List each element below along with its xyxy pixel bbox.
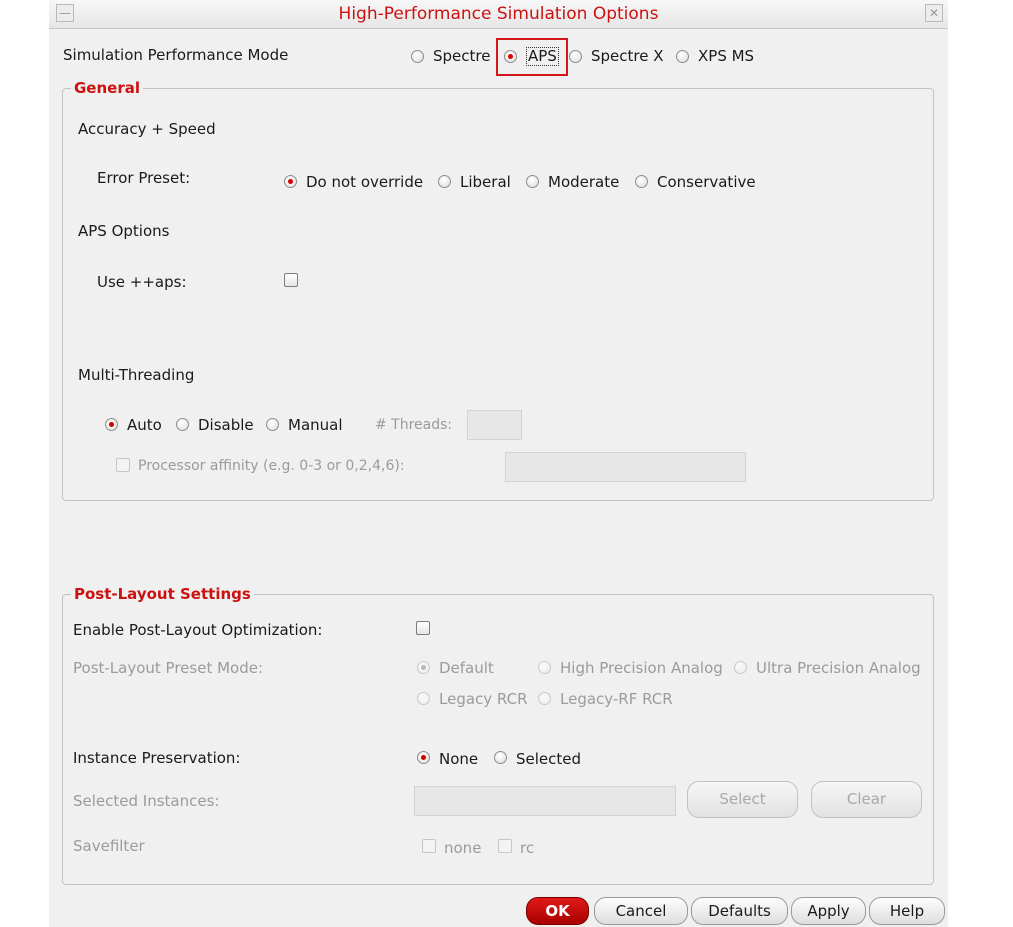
savefilter-none-checkbox[interactable] bbox=[422, 839, 436, 853]
mode-label: Simulation Performance Mode bbox=[63, 46, 289, 64]
pl-preset-option-legacy-rcr[interactable]: Legacy RCR bbox=[439, 690, 528, 708]
threading-option-disable[interactable]: Disable bbox=[198, 416, 254, 434]
preset-radio-conservative[interactable] bbox=[635, 175, 648, 188]
use-aps-label: Use ++aps: bbox=[97, 273, 187, 291]
threading-radio-disable[interactable] bbox=[176, 418, 189, 431]
mode-option-spectre[interactable]: Spectre bbox=[433, 47, 490, 65]
selected-instances-label: Selected Instances: bbox=[73, 792, 220, 810]
aps-highlight-box bbox=[496, 38, 568, 76]
instance-radio-none[interactable] bbox=[417, 751, 430, 764]
pl-preset-option-default[interactable]: Default bbox=[439, 659, 494, 677]
affinity-input[interactable] bbox=[505, 452, 746, 482]
pl-preset-radio-high-precision[interactable] bbox=[538, 661, 551, 674]
savefilter-rc-checkbox[interactable] bbox=[498, 839, 512, 853]
preset-option-do-not-override[interactable]: Do not override bbox=[306, 173, 423, 191]
preset-option-conservative[interactable]: Conservative bbox=[657, 173, 756, 191]
defaults-button[interactable]: Defaults bbox=[691, 897, 788, 925]
threading-option-manual[interactable]: Manual bbox=[288, 416, 343, 434]
threading-option-auto[interactable]: Auto bbox=[127, 416, 162, 434]
mode-option-spectre-x[interactable]: Spectre X bbox=[591, 47, 664, 65]
savefilter-rc-label: rc bbox=[520, 839, 535, 857]
multithreading-heading: Multi-Threading bbox=[78, 366, 195, 384]
pl-preset-radio-legacy-rf-rcr[interactable] bbox=[538, 692, 551, 705]
threading-radio-auto[interactable] bbox=[105, 418, 118, 431]
use-aps-checkbox[interactable] bbox=[284, 273, 298, 287]
help-button[interactable]: Help bbox=[869, 897, 945, 925]
preset-option-liberal[interactable]: Liberal bbox=[460, 173, 511, 191]
affinity-checkbox[interactable] bbox=[116, 458, 130, 472]
aps-options-heading: APS Options bbox=[78, 222, 170, 240]
select-button[interactable]: Select bbox=[687, 781, 798, 818]
mode-radio-xps-ms[interactable] bbox=[676, 50, 689, 63]
affinity-label: Processor affinity (e.g. 0-3 or 0,2,4,6)… bbox=[138, 458, 405, 474]
savefilter-none-label: none bbox=[444, 839, 482, 857]
general-legend: General bbox=[71, 79, 143, 97]
enable-post-layout-label: Enable Post-Layout Optimization: bbox=[73, 621, 323, 639]
pl-preset-radio-legacy-rcr[interactable] bbox=[417, 692, 430, 705]
pl-preset-option-ultra-precision[interactable]: Ultra Precision Analog bbox=[756, 659, 921, 677]
instance-radio-selected[interactable] bbox=[494, 751, 507, 764]
cancel-button[interactable]: Cancel bbox=[594, 897, 688, 925]
post-layout-legend: Post-Layout Settings bbox=[71, 585, 254, 603]
error-preset-label: Error Preset: bbox=[97, 169, 191, 187]
accuracy-heading: Accuracy + Speed bbox=[78, 120, 216, 138]
threading-radio-manual[interactable] bbox=[266, 418, 279, 431]
enable-post-layout-checkbox[interactable] bbox=[416, 621, 430, 635]
preset-option-moderate[interactable]: Moderate bbox=[548, 173, 619, 191]
title-bar: — High-Performance Simulation Options ✕ bbox=[49, 0, 948, 29]
ok-button[interactable]: OK bbox=[526, 897, 589, 925]
threads-input[interactable] bbox=[467, 410, 522, 440]
pl-preset-option-legacy-rf-rcr[interactable]: Legacy-RF RCR bbox=[560, 690, 673, 708]
window-title: High-Performance Simulation Options bbox=[338, 4, 659, 24]
pl-preset-option-high-precision[interactable]: High Precision Analog bbox=[560, 659, 723, 677]
preset-radio-do-not-override[interactable] bbox=[284, 175, 297, 188]
savefilter-label: Savefilter bbox=[73, 837, 145, 855]
instance-option-selected[interactable]: Selected bbox=[516, 750, 581, 768]
mode-option-xps-ms[interactable]: XPS MS bbox=[698, 47, 754, 65]
dialog-window: — High-Performance Simulation Options ✕ … bbox=[49, 0, 948, 927]
selected-instances-input[interactable] bbox=[414, 786, 676, 816]
apply-button[interactable]: Apply bbox=[791, 897, 866, 925]
clear-button[interactable]: Clear bbox=[811, 781, 922, 818]
mode-radio-spectre-x[interactable] bbox=[569, 50, 582, 63]
preset-radio-moderate[interactable] bbox=[526, 175, 539, 188]
pl-preset-radio-ultra-precision[interactable] bbox=[734, 661, 747, 674]
pl-preset-radio-default[interactable] bbox=[417, 661, 430, 674]
preset-radio-liberal[interactable] bbox=[438, 175, 451, 188]
instance-preservation-label: Instance Preservation: bbox=[73, 749, 241, 767]
threads-label: # Threads: bbox=[375, 417, 453, 433]
mode-radio-spectre[interactable] bbox=[411, 50, 424, 63]
preset-mode-label: Post-Layout Preset Mode: bbox=[73, 659, 264, 677]
close-icon[interactable]: ✕ bbox=[925, 4, 943, 22]
instance-option-none[interactable]: None bbox=[439, 750, 478, 768]
